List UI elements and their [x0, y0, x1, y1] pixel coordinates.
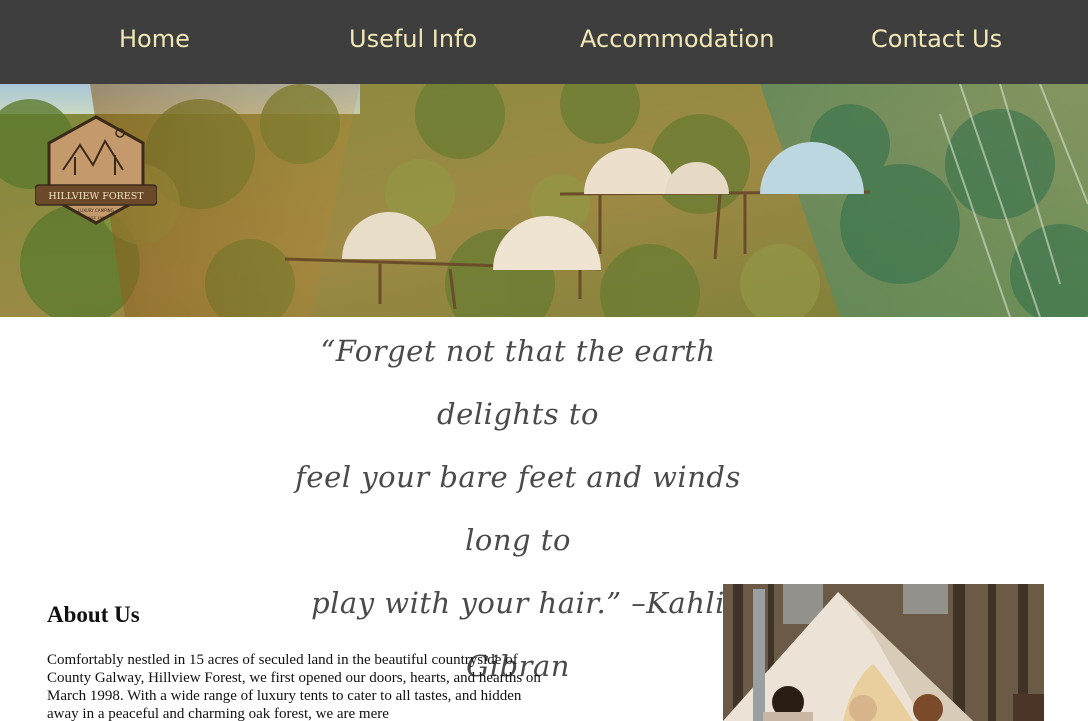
nav-link-accommodation[interactable]: Accommodation: [580, 22, 774, 56]
logo-text: HILLVIEW FOREST: [48, 191, 144, 202]
about-us-paragraph: Comfortably nestled in 15 acres of secul…: [47, 652, 541, 721]
quote-line-1: “Forget not that the earth delights to: [320, 334, 716, 431]
logo-subtext: LUXURY CAMPING: [78, 208, 114, 213]
hero-banner-image: [0, 84, 1088, 317]
hillview-forest-logo[interactable]: HILLVIEW FOREST LUXURY CAMPING SINCE 199…: [34, 115, 158, 225]
top-nav-bar: Home Useful Info Accommodation Contact U…: [0, 0, 1088, 84]
nav-link-home[interactable]: Home: [119, 22, 190, 56]
logo-since-text: SINCE 1998: [86, 216, 107, 220]
about-us-heading: About Us: [47, 602, 140, 627]
glamping-tent-photo: [723, 584, 1044, 721]
nav-link-contact-us[interactable]: Contact Us: [871, 22, 1002, 56]
nav-link-useful-info[interactable]: Useful Info: [349, 22, 477, 56]
quote-block: “Forget not that the earth delights to f…: [268, 320, 768, 698]
quote-line-2: feel your bare feet and winds long to: [295, 460, 741, 557]
